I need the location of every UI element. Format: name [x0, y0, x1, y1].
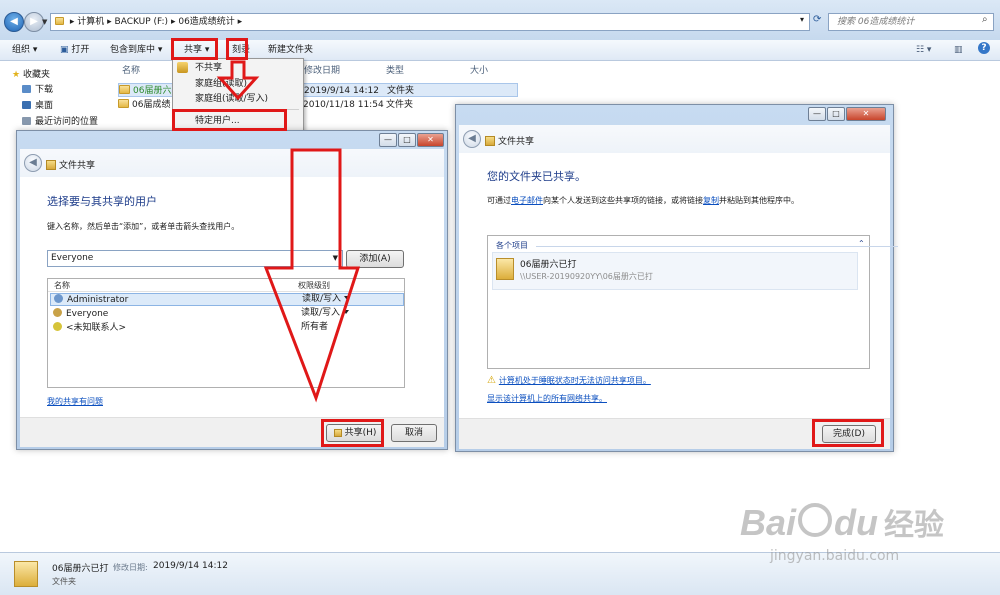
watermark-brand-2: du: [834, 502, 879, 543]
paw-icon: [798, 503, 833, 537]
annotation-arrow-small: [216, 60, 260, 101]
baidu-jingyan-watermark: Bai du 经验: [740, 500, 944, 544]
watermark-cn: 经验: [884, 508, 945, 543]
watermark-brand: Bai: [740, 502, 797, 543]
watermark-url: jingyan.baidu.com: [770, 548, 900, 564]
annotation-arrow-large: [263, 148, 361, 403]
